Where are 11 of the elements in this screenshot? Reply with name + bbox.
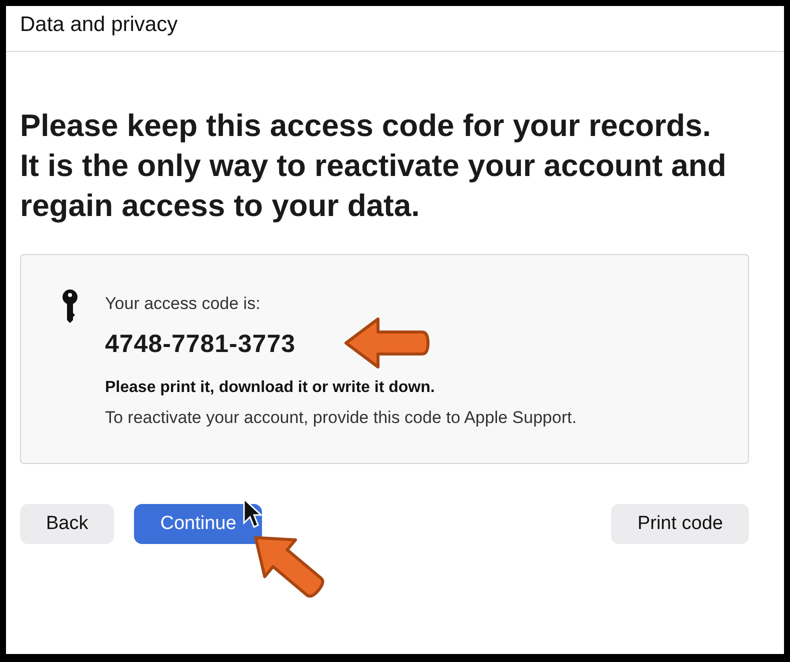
note-text: To reactivate your account, provide this code to Apple Support.	[105, 407, 577, 429]
continue-button[interactable]: Continue	[134, 504, 262, 544]
secondary-button[interactable]: Print code	[611, 504, 749, 544]
instruction-text: Please print it, download it or write it down.	[105, 378, 436, 398]
key-icon	[61, 289, 79, 323]
header-title: Data and privacy	[20, 12, 178, 38]
arrow-icon	[342, 315, 432, 371]
code-label: Your access code is:	[105, 293, 262, 315]
secondary-button[interactable]: Back	[20, 504, 114, 544]
heading: Please keep this access code for your records. It is the only way to reactivate your account and regain access to your data.	[20, 107, 728, 225]
access-code: 4748-7781-3773	[105, 328, 296, 360]
